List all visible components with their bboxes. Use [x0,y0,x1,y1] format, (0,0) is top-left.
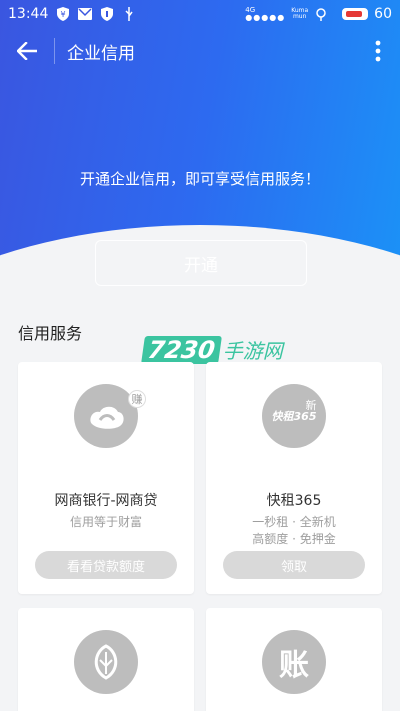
section-title: 信用服务 [18,324,83,343]
battery-icon [342,8,369,20]
signal-dots: ●●●●● [245,13,286,22]
carrier-label: Kuma mun [291,8,308,20]
service-card-4[interactable]: 账 [206,608,382,711]
more-options-button[interactable] [356,28,400,74]
card-name: 快租365 [266,493,322,509]
usb-icon [122,7,136,21]
service-card-3[interactable] [18,608,194,711]
back-button[interactable] [0,28,54,74]
account-logo: 账 [262,630,326,694]
open-button[interactable]: 开通 [95,240,307,286]
service-card-kuaizu365[interactable]: 快租365 新 快租365 一秒租 · 全新机 高额度 · 免押金 领取 [206,362,382,594]
shield-notification-icon: ¥ [56,7,70,21]
alarm-icon [314,7,328,21]
card-desc: 信用等于财富 [69,515,142,529]
card-action-button[interactable]: 领取 [223,551,365,579]
seed-logo [74,630,138,694]
card-name: 网商银行-网商贷 [54,493,158,509]
cloud-logo-icon [90,406,124,429]
kuaizu-logo: 快租365 [262,384,326,448]
seed-icon [94,644,118,680]
card-desc-line1: 一秒租 · 全新机 [252,515,336,529]
app-bar: 企业信用 [0,28,400,74]
card-badge: 新 [305,399,317,412]
card-badge: 赚 [128,390,146,408]
watermark-number: 7230 [141,335,222,364]
arrow-left-icon [17,42,37,60]
card-action-button[interactable]: 看看贷款额度 [35,551,177,579]
watermark: 7230 手游网 [141,335,283,364]
network-indicator: 4G ●●●●● [245,7,286,22]
card-desc-line2: 高额度 · 免押金 [252,532,336,546]
carrier-sub: mun [292,13,307,20]
svg-text:¥: ¥ [61,10,66,19]
status-time: 13:44 [8,6,49,22]
promo-text: 开通企业信用，即可享受信用服务！ [79,170,320,188]
mail-icon [78,7,93,21]
service-card-mybank[interactable]: 赚 网商银行-网商贷 信用等于财富 看看贷款额度 [18,362,194,594]
appbar-divider [54,38,55,64]
more-vert-icon [375,40,381,62]
battery-level: 60 [374,6,392,22]
security-icon [100,7,114,21]
status-bar: 13:44 ¥ 4G ●●●●● Kuma mun 60 [0,0,400,28]
page-title: 企业信用 [67,43,135,64]
watermark-text: 手游网 [222,339,283,363]
